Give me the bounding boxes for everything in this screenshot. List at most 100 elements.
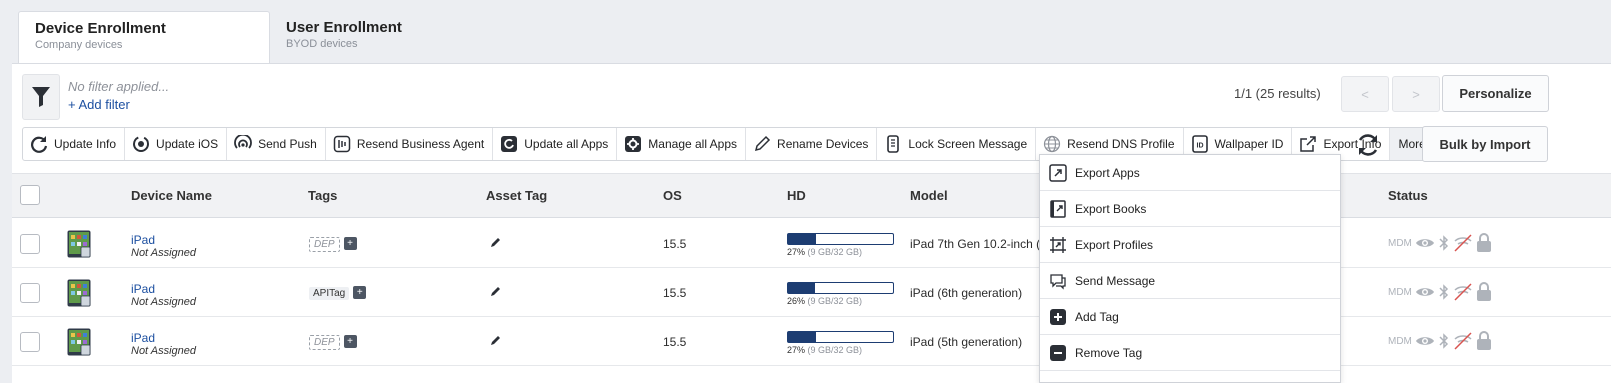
- mdm-status-label: MDM: [1388, 237, 1412, 249]
- menu-export-profiles[interactable]: Export Profiles: [1040, 227, 1340, 263]
- edit-asset-tag-button[interactable]: [490, 236, 502, 251]
- disk-usage-bar: [787, 331, 894, 343]
- row-checkbox[interactable]: [20, 283, 40, 303]
- disk-usage-fill: [788, 332, 817, 342]
- add-tag-label: Add Tag: [1075, 309, 1119, 324]
- table-row[interactable]: iPad Not Assigned DEP + 15.5 27% (9 GB/32…: [12, 317, 1611, 366]
- results-count: 1/1 (25 results): [1234, 86, 1321, 101]
- tab-title: Device Enrollment: [35, 20, 166, 37]
- enrollment-tabs: Device Enrollment Company devices User E…: [18, 11, 522, 64]
- add-tag-button[interactable]: +: [343, 335, 357, 349]
- pencil-icon: [491, 336, 500, 345]
- lock-screen-message-button[interactable]: Lock Screen Message: [877, 128, 1037, 160]
- pencil-icon: [491, 287, 500, 296]
- row-checkbox[interactable]: [20, 332, 40, 352]
- disk-usage-fill: [788, 283, 816, 293]
- disk-usage-percent: 26%: [787, 296, 806, 306]
- menu-export-books[interactable]: Export Books: [1040, 191, 1340, 227]
- filter-button[interactable]: [22, 74, 60, 120]
- bulk-import-button[interactable]: Bulk by Import: [1422, 126, 1548, 162]
- edit-asset-tag-button[interactable]: [490, 334, 502, 349]
- os-version: 15.5: [663, 286, 687, 300]
- ipad-device-icon: [67, 230, 91, 261]
- update-info-label: Update Info: [54, 137, 117, 151]
- ipad-device-icon: [67, 279, 91, 310]
- eye-icon: [1415, 288, 1434, 296]
- resend-business-agent-button[interactable]: Resend Business Agent: [326, 128, 494, 160]
- send-message-label: Send Message: [1075, 273, 1156, 288]
- col-model[interactable]: Model: [910, 188, 948, 203]
- minus-icon: [1049, 344, 1067, 362]
- mdm-status-label: MDM: [1388, 335, 1412, 347]
- table-row[interactable]: iPad Not Assigned DEP + 15.5 27% (9 GB/32…: [12, 219, 1611, 268]
- refresh-icon: [29, 134, 49, 154]
- device-assignee: Not Assigned: [131, 345, 197, 357]
- disk-usage-fill: [788, 234, 817, 244]
- update-ios-button[interactable]: Update iOS: [125, 128, 228, 160]
- col-os[interactable]: OS: [663, 188, 682, 203]
- ios-update-icon: [131, 134, 151, 154]
- device-name-link[interactable]: iPad: [131, 282, 196, 296]
- send-push-button[interactable]: Send Push: [227, 128, 326, 160]
- update-all-apps-button[interactable]: Update all Apps: [493, 128, 618, 160]
- col-hd[interactable]: HD: [787, 188, 806, 203]
- tab-user-enrollment[interactable]: User Enrollment BYOD devices: [270, 11, 522, 63]
- mdm-status-label: MDM: [1388, 286, 1412, 298]
- tag-badge: DEP: [309, 237, 340, 252]
- col-status[interactable]: Status: [1388, 188, 1428, 203]
- add-tag-button[interactable]: +: [343, 237, 357, 251]
- tab-device-enrollment[interactable]: Device Enrollment Company devices: [18, 11, 270, 64]
- add-tag-button[interactable]: +: [353, 286, 367, 300]
- disk-usage-bar: [787, 282, 894, 294]
- col-tags[interactable]: Tags: [308, 188, 337, 203]
- next-page-button[interactable]: >: [1392, 76, 1440, 112]
- disk-usage-bar: [787, 233, 894, 245]
- resend-dns-profile-label: Resend DNS Profile: [1067, 137, 1175, 151]
- manage-all-apps-button[interactable]: Manage all Apps: [617, 128, 747, 160]
- add-filter-link[interactable]: + Add filter: [68, 97, 130, 112]
- device-name-link[interactable]: iPad: [131, 233, 196, 247]
- send-push-label: Send Push: [258, 137, 317, 151]
- device-name-link[interactable]: iPad: [131, 331, 196, 345]
- no-wifi-icon: [1454, 332, 1472, 350]
- phone-icon: [883, 134, 903, 154]
- eye-icon: [1415, 337, 1434, 345]
- bluetooth-icon: [1439, 284, 1448, 300]
- row-checkbox[interactable]: [20, 234, 40, 254]
- disk-usage-detail: (9 GB/32 GB): [807, 296, 863, 306]
- edit-asset-tag-button[interactable]: [490, 285, 502, 300]
- bluetooth-icon: [1439, 333, 1448, 349]
- tab-title: User Enrollment: [286, 19, 402, 36]
- prev-page-button[interactable]: <: [1341, 76, 1389, 112]
- lock-icon: [1476, 233, 1491, 252]
- rename-devices-button[interactable]: Rename Devices: [746, 128, 878, 160]
- select-all-checkbox[interactable]: [20, 185, 40, 205]
- broadcast-icon: [233, 134, 253, 154]
- pencil-icon: [752, 134, 772, 154]
- os-version: 15.5: [663, 335, 687, 349]
- tag-badge: APITag: [309, 287, 350, 300]
- refresh-list-button[interactable]: [1351, 128, 1385, 162]
- gear-icon: [623, 134, 643, 154]
- lock-screen-message-label: Lock Screen Message: [908, 137, 1028, 151]
- table-row[interactable]: iPad Not Assigned APITag + 15.5 26% (9 GB…: [12, 268, 1611, 317]
- col-asset-tag[interactable]: Asset Tag: [486, 188, 547, 203]
- update-ios-label: Update iOS: [156, 137, 219, 151]
- menu-add-tag[interactable]: Add Tag: [1040, 299, 1340, 335]
- sync-icon: [1358, 134, 1378, 156]
- table-header: Device Name Tags Asset Tag OS HD Model S…: [12, 173, 1611, 218]
- update-info-button[interactable]: Update Info: [23, 128, 126, 160]
- disk-usage-percent: 27%: [787, 345, 806, 355]
- tag-badge: DEP: [309, 335, 340, 350]
- menu-export-apps[interactable]: Export Apps: [1040, 155, 1340, 191]
- tab-subtitle: BYOD devices: [286, 38, 358, 50]
- ipad-device-icon: [67, 328, 91, 359]
- lock-icon: [1476, 331, 1491, 350]
- resend-business-agent-label: Resend Business Agent: [356, 137, 485, 151]
- personalize-button[interactable]: Personalize: [1442, 75, 1549, 112]
- no-wifi-icon: [1454, 283, 1472, 301]
- menu-send-message[interactable]: Send Message: [1040, 263, 1340, 299]
- lock-icon: [1476, 282, 1491, 301]
- menu-remove-tag[interactable]: Remove Tag: [1040, 335, 1340, 371]
- col-device-name[interactable]: Device Name: [131, 188, 212, 203]
